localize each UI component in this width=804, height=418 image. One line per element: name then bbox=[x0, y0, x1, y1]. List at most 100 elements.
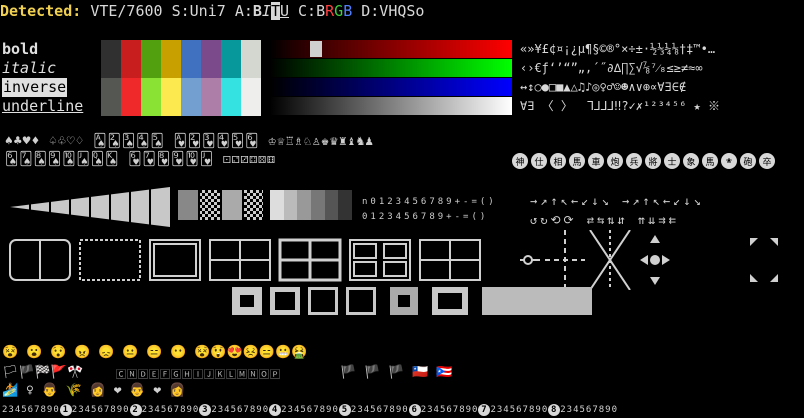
attr-bold: B bbox=[252, 2, 262, 20]
palette-swatch bbox=[201, 78, 221, 97]
mahjong-badge: 馬 bbox=[569, 153, 585, 169]
palette-swatch bbox=[101, 59, 121, 78]
ruler-digits: 234567890 bbox=[211, 405, 270, 415]
squared-letters: 🄲🄽🄳🄴🄵🄶🄷🄸🄹🄺🄻🄼🄽🄾🄿 bbox=[116, 370, 281, 381]
mahjong-badge: 兵 bbox=[626, 153, 642, 169]
palette-swatch bbox=[161, 97, 181, 116]
box-drawing-samples bbox=[9, 238, 481, 282]
number-ruler: 234567890 1 234567890 2 234567890 3 234567890 4… bbox=[2, 404, 618, 416]
palette-swatch bbox=[141, 40, 161, 59]
palette-swatch bbox=[201, 40, 221, 59]
palette-swatch bbox=[141, 78, 161, 97]
palette-swatch bbox=[141, 97, 161, 116]
gray-gradient bbox=[270, 97, 512, 115]
blue-gradient bbox=[270, 78, 512, 96]
mahjong-badge: 炮 bbox=[607, 153, 623, 169]
palette-swatch bbox=[161, 59, 181, 78]
palette-swatch bbox=[241, 59, 261, 78]
palette-swatch bbox=[101, 40, 121, 59]
palette-swatch bbox=[221, 97, 241, 116]
arrows-row-1: →↗↑↖←↙↓↘ →↗↑↖←↙↓↘ bbox=[530, 194, 704, 208]
ruler-digits: 234567890 bbox=[490, 405, 549, 415]
palette-swatch bbox=[161, 40, 181, 59]
style-inverse: inverse bbox=[2, 78, 68, 97]
circled-number: 8 bbox=[548, 404, 561, 416]
palette-swatch bbox=[241, 40, 261, 59]
mahjong-badge: 砲 bbox=[740, 153, 756, 169]
square-blocks bbox=[232, 287, 632, 327]
faces-color: 😵😲😍😣😑😬🤮 bbox=[194, 345, 308, 360]
attr-inverse: T bbox=[270, 2, 280, 20]
palette-swatch bbox=[121, 59, 141, 78]
mahjong-badge: 士 bbox=[664, 153, 680, 169]
mahjong-badge: 神 bbox=[512, 153, 528, 169]
ruler-digits: 234567890 bbox=[2, 405, 60, 415]
symbol-line: «»¥£¢¤¡¿µ¶§©®°×÷±·½⅓¼⅛†‡™•… bbox=[520, 42, 716, 56]
palette-swatch bbox=[221, 59, 241, 78]
circled-number: 6 bbox=[408, 404, 421, 416]
ruler-digits: 234567890 bbox=[350, 405, 409, 415]
drawing-support: D:VHQSo bbox=[361, 2, 425, 20]
symbol-block: «»¥£¢¤¡¿µ¶§©®°×÷±·½⅓¼⅛†‡™•… ‹›€ƒ‘’“”„‚´˝∂… bbox=[520, 40, 720, 116]
mahjong-badge: 象 bbox=[683, 153, 699, 169]
palette-swatch bbox=[221, 40, 241, 59]
palette-swatch bbox=[241, 78, 261, 97]
mahjong-badge: 仕 bbox=[531, 153, 547, 169]
attr-underline: U bbox=[279, 2, 289, 20]
palette-swatch bbox=[101, 97, 121, 116]
terminal-id: VTE/7600 bbox=[90, 2, 163, 20]
style-underline: underline bbox=[2, 97, 84, 115]
flags-row: 🏳🏴🏁🚩🎌 bbox=[2, 365, 84, 380]
ruler-digits: 234567890 bbox=[560, 405, 619, 415]
color-b2: B bbox=[343, 2, 353, 20]
palette-swatch bbox=[201, 97, 221, 116]
palette-swatch bbox=[101, 78, 121, 97]
symbol-line: ↔↕○●□■▲△♫♪◎♀♂☺☻∧∨⊕∝∀∃∈∉ bbox=[520, 80, 687, 94]
card-row-2: 🂦🂧🂨🂩🂪🂫🂭🂮 🂶🂷🂸🂹🂺🂻 ⚀⚁⚂⚃⚄⚅ bbox=[5, 152, 276, 167]
symbol-line: ‹›€ƒ‘’“”„‚´˝∂∆∏∑√⅞⁷⁄₈≤≥≠≈∞ bbox=[520, 61, 703, 75]
palette-swatch bbox=[181, 40, 201, 59]
triangle-ramp bbox=[10, 187, 170, 227]
red-gradient bbox=[270, 40, 512, 58]
faces-outline: 😵 😮 😯 😠 😞 😐 😑 😶 bbox=[2, 345, 187, 360]
detection-header: Detected: VTE/7600 S:Uni7 A:BITU C:BRGB … bbox=[0, 2, 424, 20]
circled-number: 3 bbox=[199, 404, 212, 416]
gray-steps bbox=[270, 190, 353, 220]
mahjong-badge: 卒 bbox=[759, 153, 775, 169]
faces-row: 😵 😮 😯 😠 😞 😐 😑 😶 😵😲😍😣😑😬🤮 bbox=[2, 345, 307, 360]
palette-swatch bbox=[121, 97, 141, 116]
palette-swatch bbox=[141, 59, 161, 78]
green-gradient bbox=[270, 59, 512, 77]
mahjong-badge: ❀ bbox=[721, 153, 737, 169]
ruler-digits: 234567890 bbox=[281, 405, 339, 415]
ruler-digits: 234567890 bbox=[71, 405, 130, 415]
mahjong-badge: 馬 bbox=[702, 153, 718, 169]
palette-swatch bbox=[181, 59, 201, 78]
attr-prefix: A: bbox=[234, 2, 253, 20]
arrows-row-2: ↺↻⟲⟳ ⇄⇆⇅⇵ ⇈⇊⇉⇇ bbox=[530, 213, 679, 227]
mahjong-badge: 相 bbox=[550, 153, 566, 169]
digits-row-2: 0123456789+-=() bbox=[362, 212, 489, 222]
palette-swatch bbox=[161, 78, 181, 97]
color-b: B bbox=[316, 2, 326, 20]
symbol-line: ∀∃ 〈 〉 ⅂⅃⅃⅃‼?✓✗¹²³⁴⁵⁶ ★ ※ bbox=[520, 99, 721, 113]
style-italic: italic bbox=[2, 59, 57, 77]
card-row-1: ♠♣♥♦ ♤♧♡♢ 🂡🂢🂣🂤🂥 🂱🂲🂳🂴🂵🂶 ♔♕♖♗♘♙♚♛♜♝♞♟ bbox=[5, 134, 375, 149]
circled-number: 5 bbox=[338, 404, 351, 416]
checker-pattern bbox=[178, 190, 263, 220]
circled-number: 7 bbox=[478, 404, 491, 416]
color-prefix: C: bbox=[298, 2, 317, 20]
ruler-digits: 234567890 bbox=[141, 405, 200, 415]
flags-right: 🏴 🏴 🏴 🇨🇱 🇵🇷 bbox=[340, 365, 453, 380]
style-bold: bold bbox=[2, 40, 39, 58]
unicode-level: S:Uni7 bbox=[171, 2, 226, 20]
line-glyphs bbox=[520, 230, 778, 290]
ruler-digits: 234567890 bbox=[420, 405, 479, 415]
palette-swatch bbox=[121, 78, 141, 97]
detected-label: Detected: bbox=[0, 2, 82, 20]
digits-row: n0123456789+-=() bbox=[362, 197, 497, 207]
emoji-row: 🏄 ♀ 👨 🌾 👩 ❤ 👨 ❤ 👩 bbox=[2, 383, 186, 398]
circled-number: 2 bbox=[129, 404, 142, 416]
palette-swatch bbox=[181, 78, 201, 97]
color-r: R bbox=[325, 2, 335, 20]
